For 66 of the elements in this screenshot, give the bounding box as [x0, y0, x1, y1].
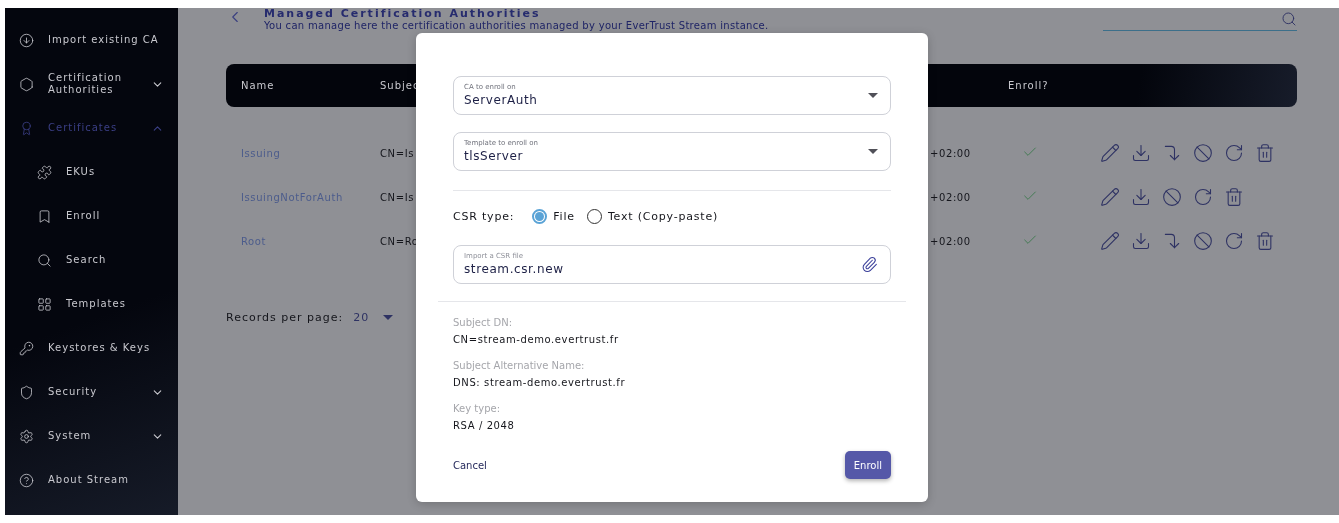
table-cell: +02:00 — [930, 235, 971, 247]
grid-icon — [37, 296, 52, 312]
table-cell: CN=Ro — [380, 235, 419, 247]
table-cell: +02:00 — [930, 191, 971, 203]
column-header: Enroll? — [1008, 80, 1049, 91]
puzzle-icon — [37, 164, 52, 180]
trash-icon[interactable] — [1255, 143, 1275, 163]
detail-value: CN=stream-demo.evertrust.fr — [453, 333, 620, 347]
detail-value: RSA / 2048 — [453, 419, 516, 433]
sidebar-item[interactable]: Certification Authorities — [5, 62, 178, 106]
caret-icon — [868, 149, 878, 154]
sidebar-item[interactable]: Keystores & Keys — [5, 326, 178, 370]
help-icon — [19, 472, 34, 488]
key-icon — [19, 340, 34, 356]
page-subtitle: You can manage here the certification authorities managed by your EverTrust Stream instance. — [264, 20, 770, 31]
hexagon-icon — [19, 76, 34, 92]
sidebar-item[interactable]: About Stream — [5, 458, 178, 502]
refresh-icon[interactable] — [1224, 231, 1244, 251]
sidebar-item[interactable]: Search — [5, 238, 178, 282]
detail-value: DNS: stream-demo.evertrust.fr — [453, 376, 627, 390]
download-circle-icon — [19, 32, 34, 48]
sidebar-item[interactable]: Security — [5, 370, 178, 414]
table-cell: +02:00 — [930, 147, 971, 159]
download-icon[interactable] — [1131, 187, 1151, 207]
trash-icon[interactable] — [1255, 231, 1275, 251]
download-icon[interactable] — [1131, 143, 1151, 163]
shield-icon — [19, 384, 34, 400]
table-cell: CN=Is — [380, 191, 414, 203]
refresh-icon[interactable] — [1193, 187, 1213, 207]
search-icon — [1281, 11, 1297, 27]
sidebar-item[interactable]: System — [5, 414, 178, 458]
sidebar-item[interactable]: EKUs — [5, 150, 178, 194]
settings-icon — [19, 428, 34, 444]
column-header: Subjec — [380, 80, 420, 91]
sidebar-item[interactable]: Enroll — [5, 194, 178, 238]
refresh-icon[interactable] — [1224, 143, 1244, 163]
enroll-button[interactable]: Enroll — [844, 451, 891, 479]
trash-icon[interactable] — [1224, 187, 1244, 207]
pencil-icon[interactable] — [1100, 143, 1120, 163]
page-title: Managed Certification Authorities — [264, 8, 542, 20]
detail-label: Subject Alternative Name: — [453, 359, 586, 373]
turn-arrow-icon[interactable] — [1162, 231, 1182, 251]
bookmark-icon — [37, 208, 52, 224]
pencil-icon[interactable] — [1100, 187, 1120, 207]
download-icon[interactable] — [1131, 231, 1151, 251]
sidebar-item[interactable]: Templates — [5, 282, 178, 326]
award-icon — [19, 120, 34, 136]
records-per-page-label: Records per page: — [226, 311, 344, 324]
pencil-icon[interactable] — [1100, 231, 1120, 251]
radio-option[interactable]: File — [532, 208, 575, 224]
ban-icon[interactable] — [1193, 231, 1213, 251]
caret-icon — [868, 93, 878, 98]
table-cell: CN=Is — [380, 147, 414, 159]
records-per-page-select[interactable]: 20 — [353, 311, 394, 324]
column-header: Name — [241, 80, 275, 91]
sidebar-item[interactable]: Import existing CA — [5, 18, 178, 62]
ban-icon[interactable] — [1162, 187, 1182, 207]
search-icon — [37, 252, 52, 268]
radio-option[interactable]: Text (Copy-paste) — [586, 208, 719, 224]
ban-icon[interactable] — [1193, 143, 1213, 163]
turn-arrow-icon[interactable] — [1162, 143, 1182, 163]
detail-label: Subject DN: — [453, 316, 514, 330]
csr-type-label: CSR type: — [453, 209, 515, 223]
detail-label: Key type: — [453, 402, 502, 416]
cancel-button[interactable]: Cancel — [453, 459, 487, 471]
paperclip-icon[interactable] — [861, 256, 878, 273]
